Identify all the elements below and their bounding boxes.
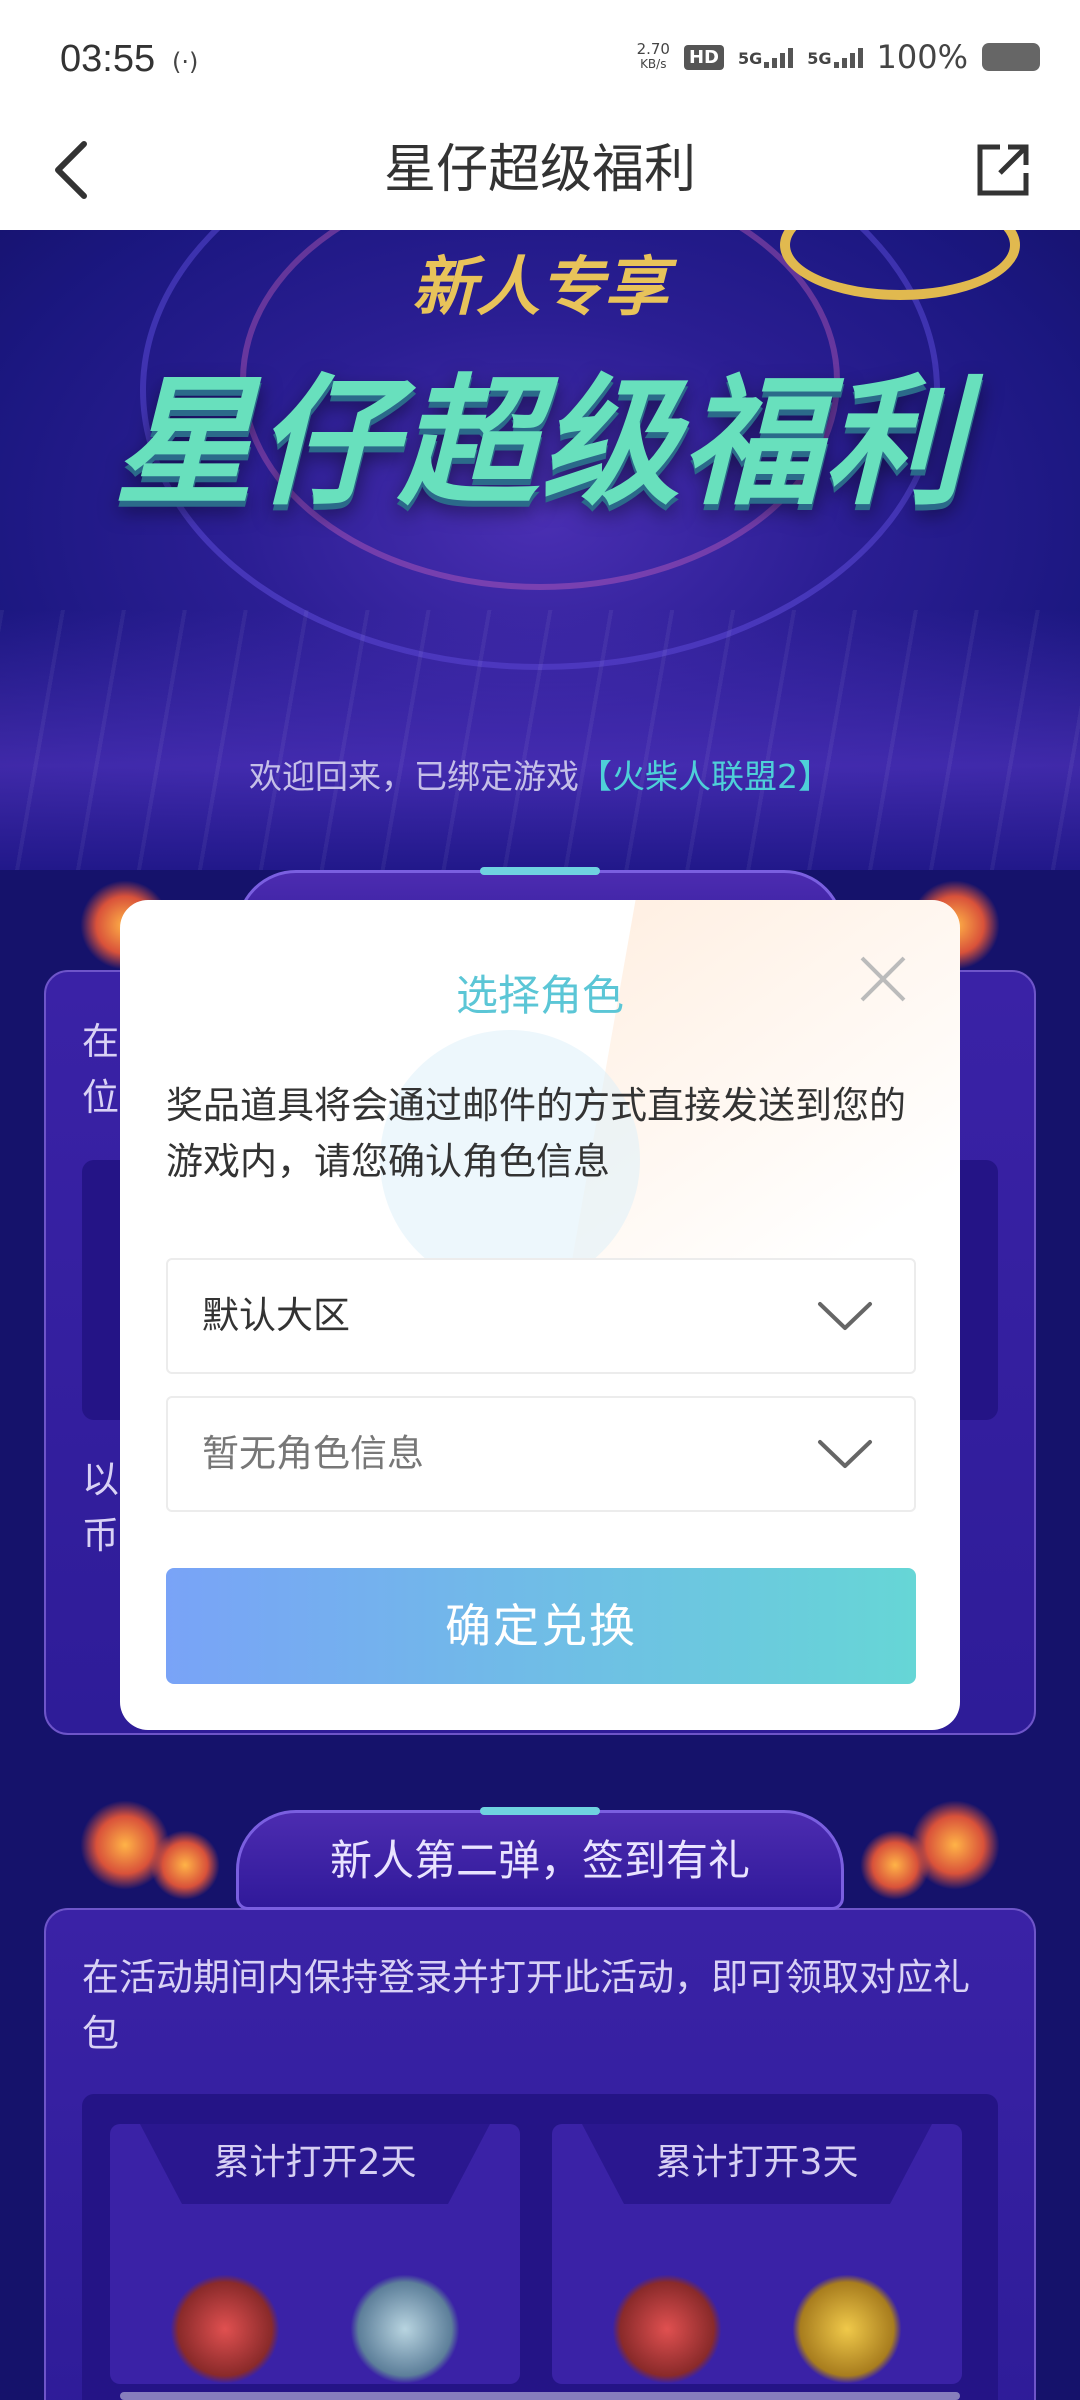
reward-day2[interactable]: 累计打开2天: [110, 2124, 520, 2384]
battery-icon: [982, 43, 1040, 71]
close-icon: [860, 956, 906, 1002]
confirm-exchange-button[interactable]: 确定兑换: [166, 1568, 916, 1684]
sim2-label: 5G: [807, 49, 832, 68]
role-select-placeholder: 暂无角色信息: [202, 1432, 424, 1475]
gold-coin-icon: [792, 2274, 902, 2384]
welcome-text: 欢迎回来，已绑定游戏【火柴人联盟2】: [0, 750, 1080, 798]
chevron-down-icon: [818, 1302, 872, 1330]
card2-banner: 新人第二弹，签到有礼: [236, 1807, 844, 1910]
reward-day3[interactable]: 累计打开3天: [552, 2124, 962, 2384]
region-select[interactable]: 默认大区: [166, 1258, 916, 1374]
signal-icon-sim1: 5G: [737, 46, 794, 68]
signal-icon-sim2: 5G: [807, 46, 863, 68]
hero-title: 星仔超级福利: [113, 362, 966, 525]
region-select-value: 默认大区: [202, 1294, 350, 1337]
network-speed-value: 2.70: [636, 40, 670, 58]
flame-decoration: [910, 1800, 1000, 1890]
card2-description: 在活动期间内保持登录并打开此活动，即可领取对应礼包: [82, 1956, 970, 2055]
network-speed-unit: KB/s: [640, 57, 667, 71]
hd-icon: HD: [683, 44, 724, 70]
hero-banner: 新人专享 星仔超级福利 欢迎回来，已绑定游戏【火柴人联盟2】: [0, 230, 1080, 870]
reward-label: 累计打开2天: [140, 2124, 490, 2204]
share-icon: [977, 144, 1029, 196]
nav-bar: 星仔超级福利: [0, 110, 1080, 230]
welcome-prefix: 欢迎回来，已绑定游戏: [249, 757, 579, 796]
sim1-label: 5G: [737, 49, 763, 68]
dialog-title: 选择角色: [455, 971, 624, 1020]
card-sign-in-bonus: 在活动期间内保持登录并打开此活动，即可领取对应礼包 累计打开2天 累计打开3天: [44, 1908, 1036, 2400]
bound-game-name: 【火柴人联盟2】: [579, 757, 831, 796]
flower-bouquet-icon: [612, 2274, 722, 2384]
flame-decoration: [150, 1830, 220, 1900]
hero-floor: [0, 610, 1080, 870]
role-select[interactable]: 暂无角色信息: [166, 1396, 916, 1512]
share-button[interactable]: [950, 110, 1030, 230]
status-time: 03:55: [60, 38, 156, 80]
hotspot-icon: (·): [172, 48, 199, 76]
status-bar: 03:55 (·) 2.70 KB/s HD 5G 5G 100%: [0, 0, 1080, 110]
hero-subtitle: 新人专享: [412, 251, 668, 325]
home-indicator[interactable]: [120, 2392, 960, 2400]
flower-bouquet-icon: [170, 2274, 280, 2384]
reward-label: 累计打开3天: [582, 2124, 932, 2204]
page-title: 星仔超级福利: [383, 140, 696, 200]
chevron-down-icon: [818, 1440, 872, 1468]
dialog-description: 奖品道具将会通过邮件的方式直接发送到您的游戏内，请您确认角色信息: [166, 1084, 906, 1183]
battery-percent: 100%: [876, 38, 968, 76]
helmet-icon: [350, 2274, 460, 2384]
rewards-panel: 累计打开2天 累计打开3天: [82, 2094, 998, 2400]
status-indicators: 2.70 KB/s HD 5G 5G 100%: [637, 38, 1040, 76]
close-button[interactable]: [856, 952, 910, 1006]
network-speed: 2.70 KB/s: [637, 42, 670, 72]
select-role-dialog: 选择角色 奖品道具将会通过邮件的方式直接发送到您的游戏内，请您确认角色信息 默认…: [120, 900, 960, 1730]
